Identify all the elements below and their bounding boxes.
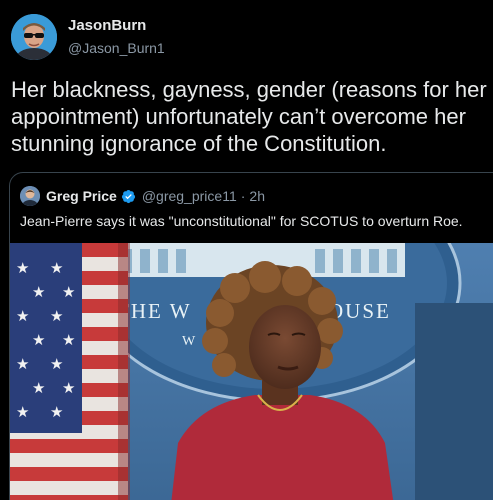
quoted-profile-photo-icon: [20, 186, 40, 206]
svg-text:★: ★: [16, 403, 29, 421]
american-flag: ★ ★ ★ ★ ★ ★ ★ ★ ★ ★ ★ ★ ★ ★: [10, 243, 130, 500]
svg-text:★: ★: [50, 307, 63, 325]
quoted-tweet-time[interactable]: 2h: [249, 188, 265, 204]
author-handle[interactable]: @Jason_Burn1: [68, 40, 165, 56]
backdrop-text-fragment: W: [182, 334, 197, 349]
author-display-name[interactable]: JasonBurn: [68, 17, 146, 34]
profile-photo-icon: [11, 14, 57, 60]
svg-text:★: ★: [16, 307, 29, 325]
svg-text:★: ★: [32, 331, 45, 349]
verified-badge-icon: [121, 189, 135, 203]
separator-dot: ·: [240, 188, 246, 204]
svg-text:★: ★: [50, 403, 63, 421]
quoted-tweet-header: Greg Price @greg_price11 · 2h: [20, 186, 265, 206]
quoted-tweet-text: Jean-Pierre says it was "unconstitutiona…: [20, 213, 463, 229]
svg-text:★: ★: [50, 259, 63, 277]
quoted-author-name[interactable]: Greg Price: [46, 188, 117, 204]
svg-text:★: ★: [32, 379, 45, 397]
svg-text:★: ★: [16, 355, 29, 373]
svg-text:★: ★: [62, 379, 75, 397]
svg-text:★: ★: [16, 259, 29, 277]
svg-text:★: ★: [50, 355, 63, 373]
quoted-tweet-video[interactable]: THE W OUSE W ★ ★ ★ ★ ★ ★ ★ ★ ★ ★ ★ ★ ★ ★: [10, 243, 493, 500]
svg-text:★: ★: [62, 331, 75, 349]
quoted-author-handle[interactable]: @greg_price11: [142, 188, 237, 204]
svg-text:★: ★: [32, 283, 45, 301]
tweet[interactable]: JasonBurn @Jason_Burn1 Her blackness, ga…: [0, 0, 493, 500]
svg-text:★: ★: [62, 283, 75, 301]
author-avatar[interactable]: [11, 14, 57, 60]
quoted-author-avatar[interactable]: [20, 186, 40, 206]
quoted-tweet-card[interactable]: Greg Price @greg_price11 · 2h Jean-Pierr…: [9, 172, 493, 500]
press-briefing-video-frame: THE W OUSE W ★ ★ ★ ★ ★ ★ ★ ★ ★ ★ ★ ★ ★ ★: [10, 243, 493, 500]
tweet-text: Her blackness, gayness, gender (reasons …: [11, 77, 487, 156]
